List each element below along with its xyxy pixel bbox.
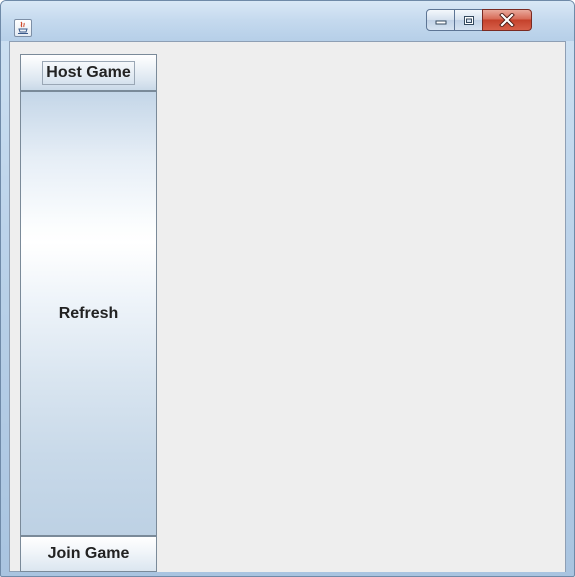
host-game-label: Host Game	[42, 60, 135, 85]
minimize-button[interactable]	[426, 9, 455, 31]
minimize-icon	[435, 20, 446, 25]
maximize-icon	[463, 15, 474, 25]
app-window: Host Game Refresh Join Game	[0, 0, 575, 577]
title-bar[interactable]	[1, 1, 574, 41]
close-icon	[499, 13, 515, 27]
join-game-button[interactable]: Join Game	[20, 536, 157, 572]
java-cup-icon[interactable]	[14, 19, 32, 37]
refresh-label: Refresh	[58, 304, 119, 322]
game-content-area	[157, 54, 565, 572]
host-game-button[interactable]: Host Game	[20, 54, 157, 91]
maximize-button[interactable]	[454, 9, 483, 31]
refresh-button[interactable]: Refresh	[20, 91, 157, 536]
close-button[interactable]	[482, 9, 532, 31]
join-game-label: Join Game	[47, 545, 130, 562]
client-area: Host Game Refresh Join Game	[9, 41, 566, 572]
